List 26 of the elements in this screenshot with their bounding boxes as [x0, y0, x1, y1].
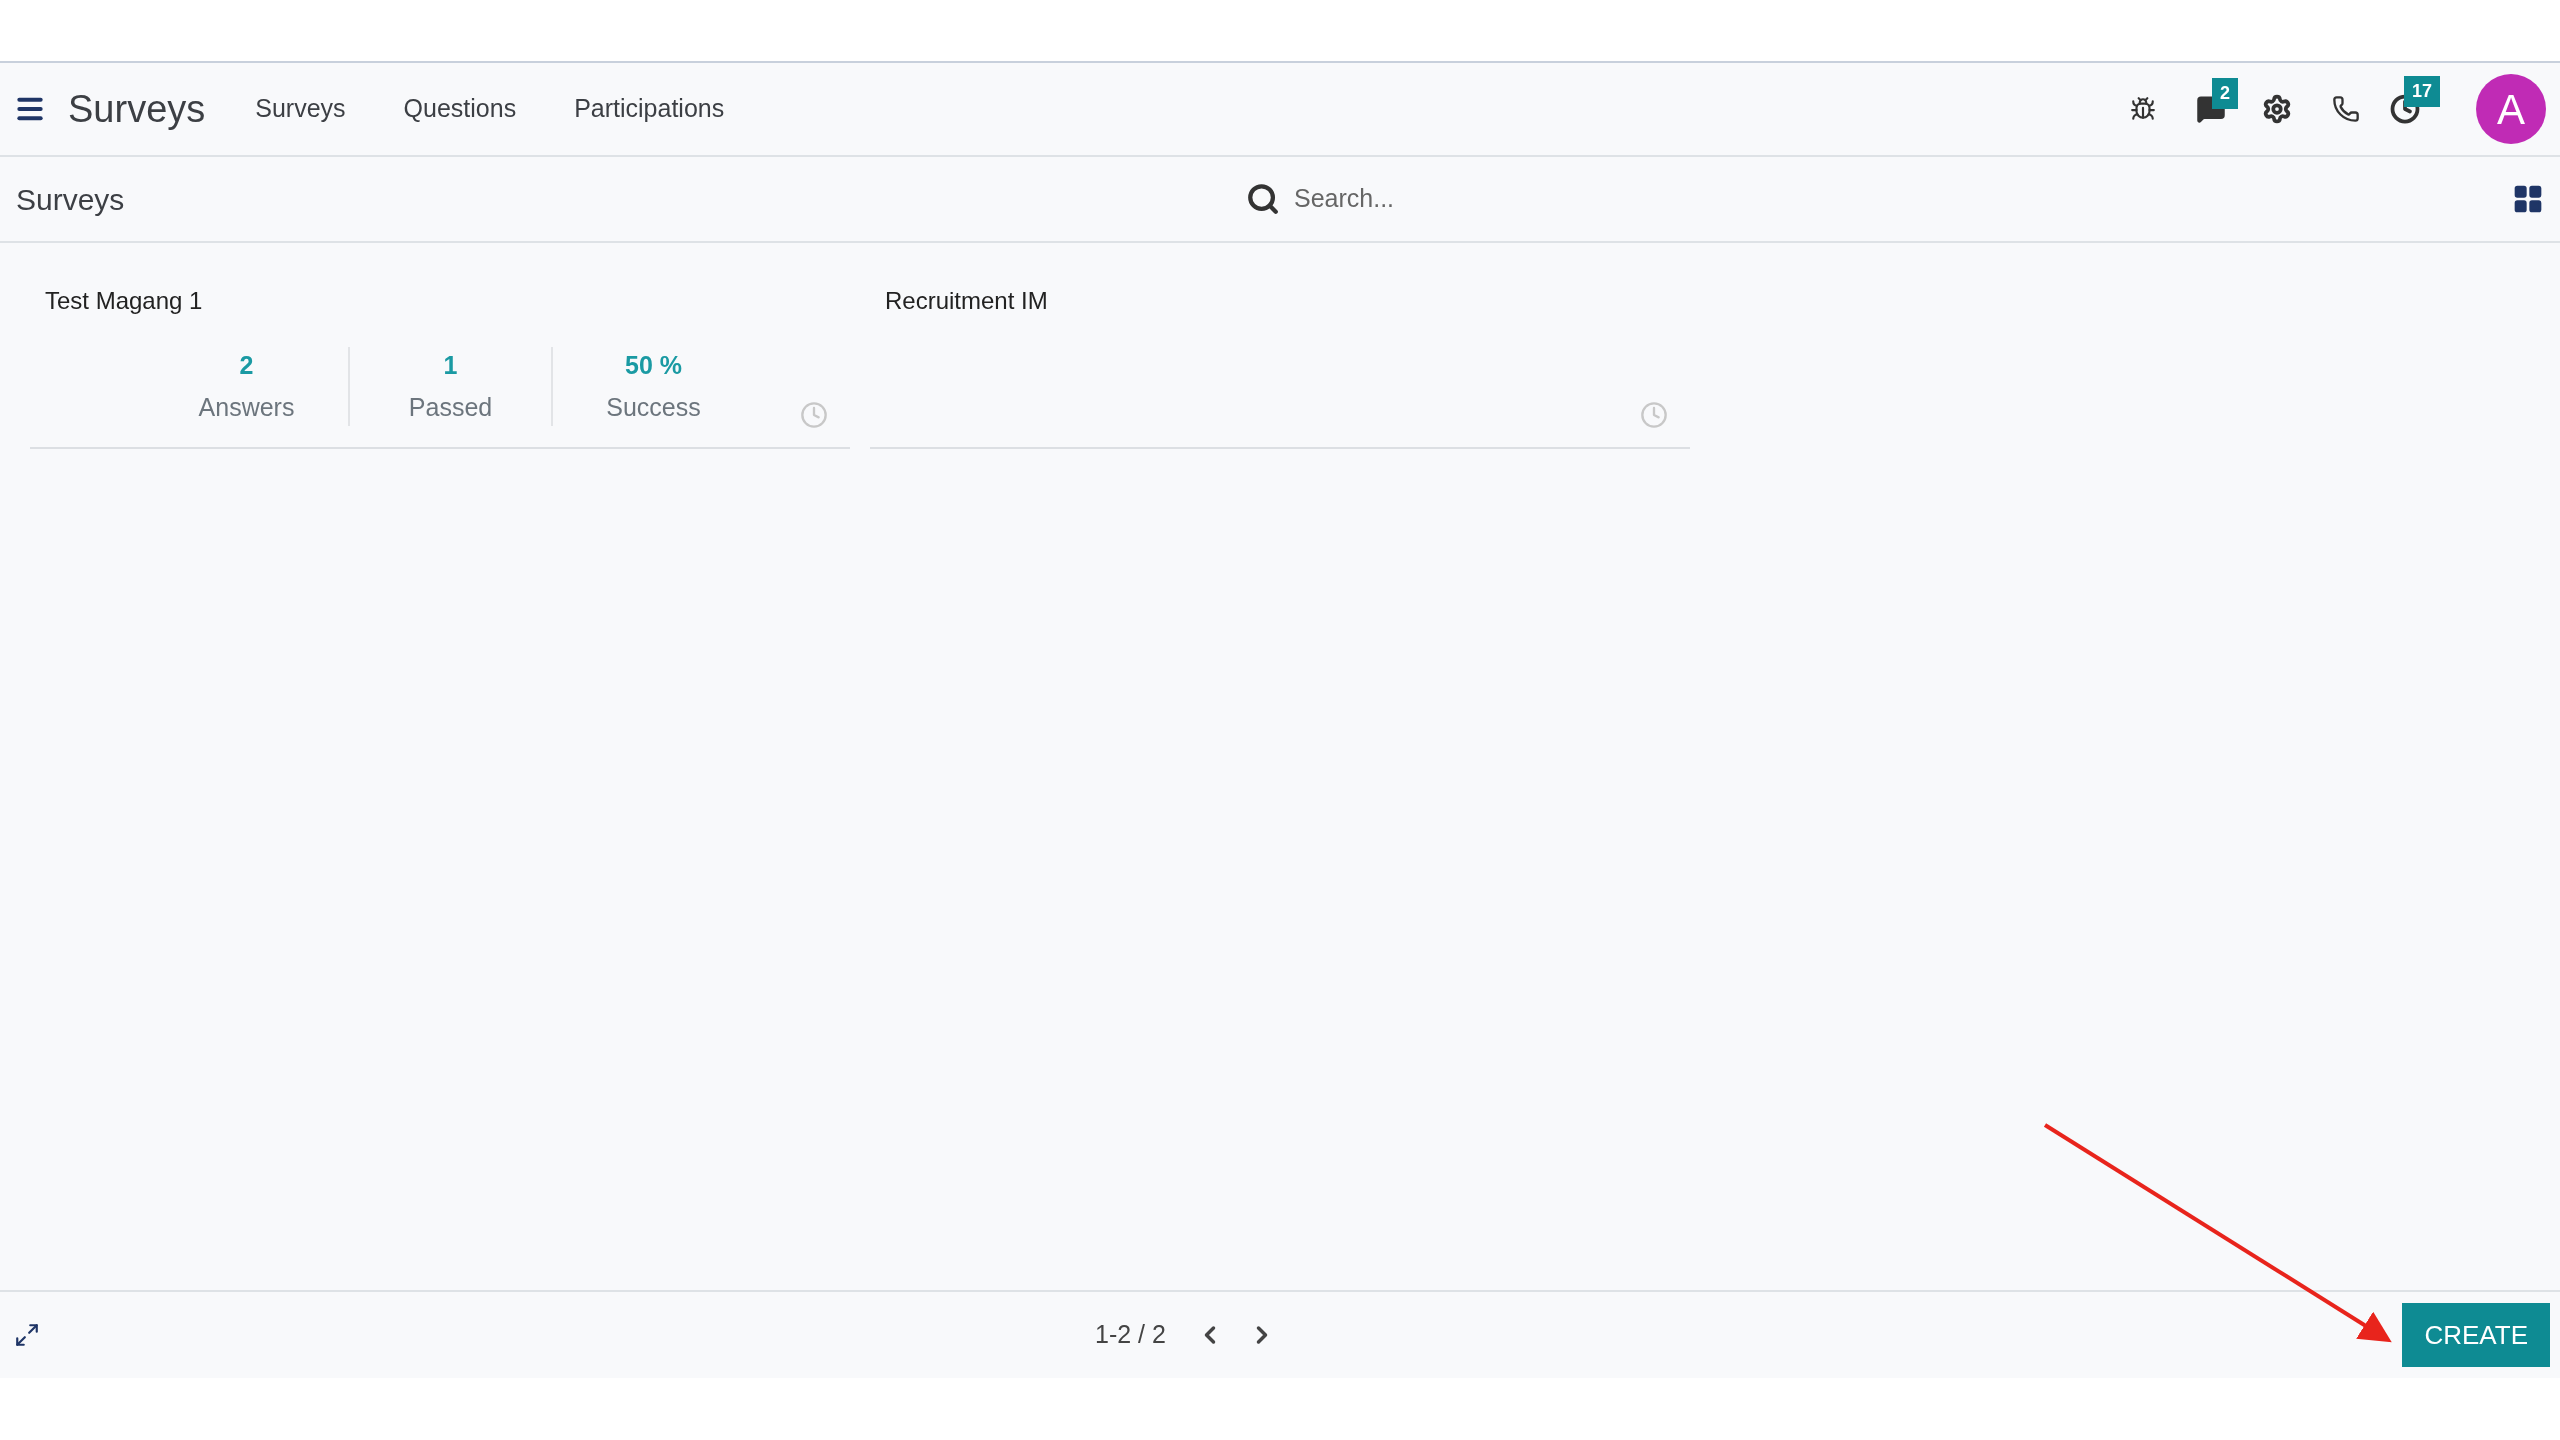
kanban-view-icon[interactable]	[2512, 183, 2544, 215]
search-field[interactable]: Search...	[1294, 180, 1994, 218]
pager-value: 1-2 / 2	[1095, 1319, 1166, 1351]
expand-icon[interactable]	[14, 1322, 40, 1348]
nav-menu-item[interactable]: Surveys	[247, 90, 354, 128]
stat-value: 1	[443, 350, 458, 381]
stat-label: Answers	[198, 391, 295, 423]
user-avatar[interactable]: A	[2476, 74, 2546, 144]
survey-card[interactable]: Test Magang 1 2 Answers 1 Passed 50 % Success	[30, 263, 850, 449]
survey-title: Recruitment IM	[885, 286, 1049, 316]
app-title: Surveys	[68, 86, 206, 132]
activity-count-badge: 17	[2404, 76, 2441, 107]
bug-icon[interactable]	[2130, 96, 2156, 122]
nav-menu-item[interactable]: Participations	[566, 90, 733, 128]
nav-menu-item[interactable]: Questions	[395, 90, 525, 128]
settings-icon[interactable]	[2262, 94, 2292, 124]
message-count-badge: 2	[2212, 78, 2238, 109]
search-icon	[1246, 182, 1280, 216]
stat-label: Success	[606, 391, 701, 423]
stat-label: Passed	[408, 391, 493, 423]
survey-title: Test Magang 1	[45, 286, 204, 316]
breadcrumb: Surveys	[16, 181, 126, 218]
stat-value: 50 %	[625, 350, 682, 381]
survey-card[interactable]: Recruitment IM	[870, 263, 1690, 449]
stat-value: 2	[239, 350, 254, 381]
create-button[interactable]: CREATE	[2402, 1303, 2550, 1367]
